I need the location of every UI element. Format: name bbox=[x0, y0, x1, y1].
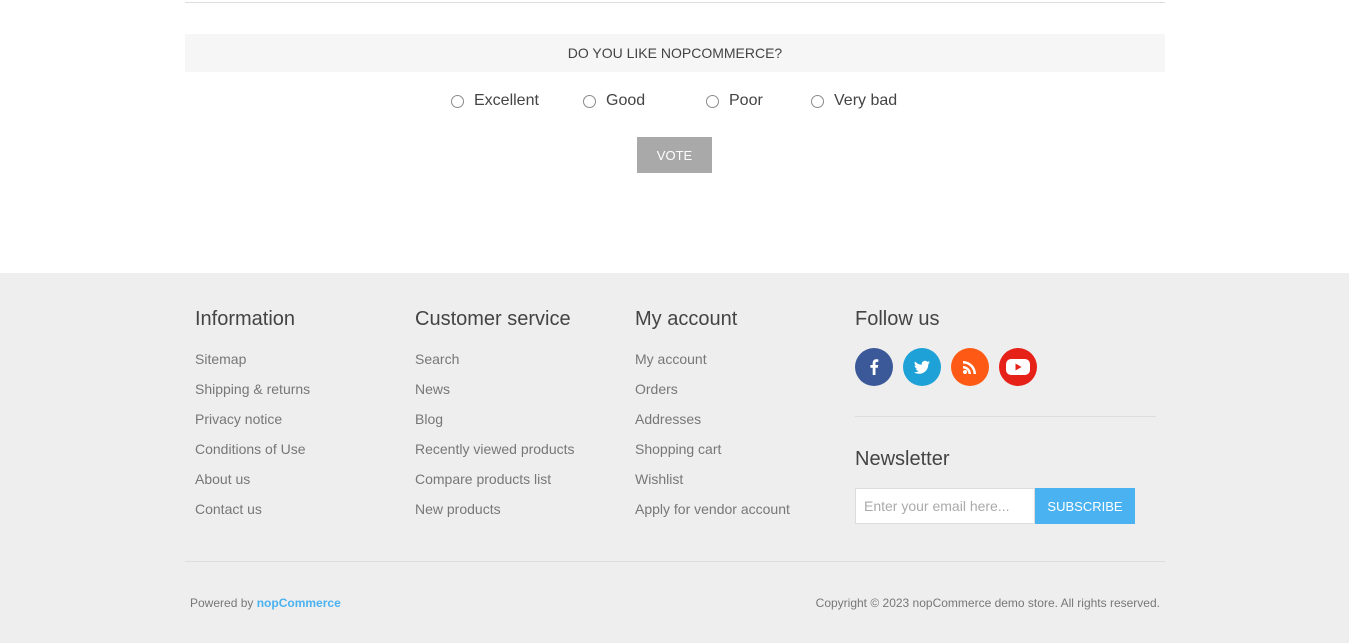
facebook-icon[interactable] bbox=[855, 348, 893, 386]
social-links bbox=[855, 348, 1156, 386]
powered-by-prefix: Powered by bbox=[190, 596, 254, 610]
newsletter-title: Newsletter bbox=[855, 448, 950, 470]
footer-link-about-us[interactable]: About us bbox=[195, 469, 310, 489]
youtube-icon[interactable] bbox=[999, 348, 1037, 386]
footer-column-follow-us: Follow us Newsletter SUBSCRIBE bbox=[855, 307, 1156, 524]
newsletter-form: SUBSCRIBE bbox=[855, 488, 1156, 524]
poll-answer-excellent[interactable]: Excellent bbox=[451, 92, 539, 110]
vote-button[interactable]: VOTE bbox=[637, 137, 712, 173]
footer-link-compare-products[interactable]: Compare products list bbox=[415, 469, 575, 489]
column-title: Information bbox=[195, 308, 296, 330]
radio-button[interactable] bbox=[451, 94, 464, 108]
answer-label: Good bbox=[606, 92, 646, 109]
footer-link-shopping-cart[interactable]: Shopping cart bbox=[635, 439, 790, 459]
poll-answer-poor[interactable]: Poor bbox=[706, 92, 763, 110]
footer-link-news[interactable]: News bbox=[415, 379, 575, 399]
footer-column-customer-service: Customer service Search News Blog Recent… bbox=[415, 307, 575, 529]
newsletter-email-input[interactable] bbox=[855, 488, 1035, 524]
poll-title: DO YOU LIKE NOPCOMMERCE? bbox=[185, 34, 1165, 72]
rss-icon[interactable] bbox=[951, 348, 989, 386]
footer-link-addresses[interactable]: Addresses bbox=[635, 409, 790, 429]
twitter-icon[interactable] bbox=[903, 348, 941, 386]
footer-link-shipping-returns[interactable]: Shipping & returns bbox=[195, 379, 310, 399]
answer-label: Poor bbox=[729, 92, 763, 109]
powered-by: Powered by nopCommerce bbox=[190, 596, 341, 610]
footer-divider bbox=[185, 561, 1165, 562]
footer-link-orders[interactable]: Orders bbox=[635, 379, 790, 399]
poll-answers: Excellent Good Poor Very bad bbox=[185, 72, 1165, 136]
footer-link-vendor-account[interactable]: Apply for vendor account bbox=[635, 499, 790, 519]
footer-link-conditions-of-use[interactable]: Conditions of Use bbox=[195, 439, 310, 459]
footer-link-recently-viewed[interactable]: Recently viewed products bbox=[415, 439, 575, 459]
footer-column-my-account: My account My account Orders Addresses S… bbox=[635, 307, 790, 529]
footer-link-new-products[interactable]: New products bbox=[415, 499, 575, 519]
subscribe-button[interactable]: SUBSCRIBE bbox=[1035, 488, 1135, 524]
footer-link-privacy-notice[interactable]: Privacy notice bbox=[195, 409, 310, 429]
copyright-text: Copyright © 2023 nopCommerce demo store.… bbox=[815, 596, 1160, 610]
footer-link-blog[interactable]: Blog bbox=[415, 409, 575, 429]
nopcommerce-link[interactable]: nopCommerce bbox=[257, 596, 341, 610]
footer: Information Sitemap Shipping & returns P… bbox=[0, 273, 1349, 643]
answer-label: Very bad bbox=[834, 92, 898, 109]
column-title: My account bbox=[635, 308, 738, 330]
answer-label: Excellent bbox=[474, 92, 539, 109]
column-title: Customer service bbox=[415, 308, 571, 330]
radio-button[interactable] bbox=[811, 94, 824, 108]
follow-divider bbox=[855, 416, 1156, 417]
top-divider bbox=[185, 2, 1165, 3]
poll-answer-very-bad[interactable]: Very bad bbox=[811, 92, 897, 110]
radio-button[interactable] bbox=[583, 94, 596, 108]
poll-block: DO YOU LIKE NOPCOMMERCE? Excellent Good … bbox=[185, 34, 1165, 173]
footer-link-sitemap[interactable]: Sitemap bbox=[195, 349, 310, 369]
footer-column-information: Information Sitemap Shipping & returns P… bbox=[195, 307, 310, 529]
footer-link-contact-us[interactable]: Contact us bbox=[195, 499, 310, 519]
column-title: Follow us bbox=[855, 308, 940, 330]
footer-link-my-account[interactable]: My account bbox=[635, 349, 790, 369]
radio-button[interactable] bbox=[706, 94, 719, 108]
footer-link-search[interactable]: Search bbox=[415, 349, 575, 369]
poll-answer-good[interactable]: Good bbox=[583, 92, 645, 110]
footer-link-wishlist[interactable]: Wishlist bbox=[635, 469, 790, 489]
